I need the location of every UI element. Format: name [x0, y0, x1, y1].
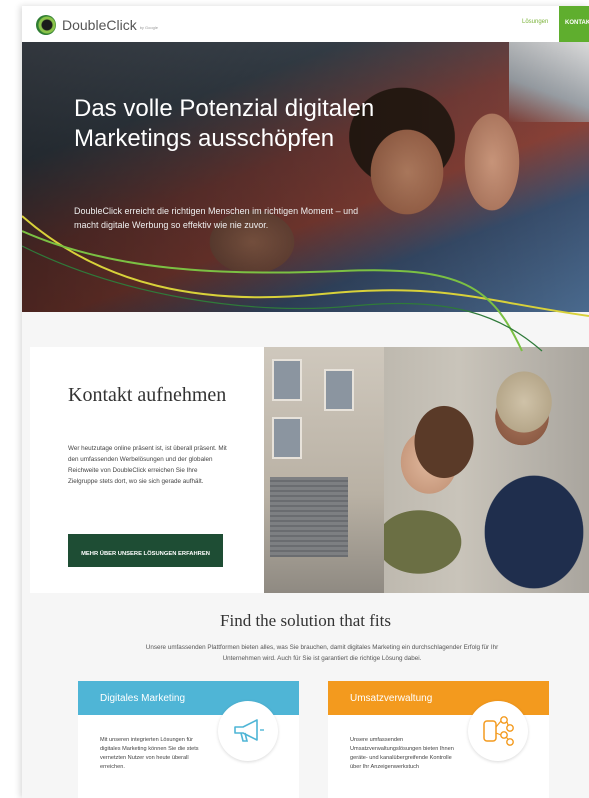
contact-text: Wer heutzutage online präsent ist, ist ü…	[68, 445, 227, 485]
network-icon	[468, 701, 528, 761]
solution-card-digital-marketing[interactable]: Digitales Marketing Mit unseren integrie…	[78, 681, 299, 798]
nav-contact-button[interactable]: KONTAKT	[559, 6, 589, 42]
logo-text: DoubleClick	[62, 17, 137, 33]
swoosh-line-yellow	[22, 215, 589, 317]
photo-building	[264, 347, 384, 593]
photo-window	[272, 359, 302, 401]
solutions-title: Find the solution that fits	[220, 611, 391, 630]
doubleclick-logo[interactable]: DoubleClick by Google	[36, 15, 158, 35]
contact-title: Kontakt aufnehmen	[68, 384, 227, 406]
browser-frame: DoubleClick by Google Lösungen KONTAKT D…	[22, 6, 589, 798]
nav-link-loesungen[interactable]: Lösungen	[522, 19, 548, 25]
solution-card-text: Unsere umfassenden Umsatzverwaltungslösu…	[350, 737, 454, 770]
contact-card: Kontakt aufnehmen Wer heutzutage online …	[30, 347, 264, 593]
megaphone-icon	[218, 701, 278, 761]
hero-title: Das volle Potenzial digitalen Marketings…	[74, 95, 375, 152]
decorative-swoosh-lines	[22, 215, 589, 352]
photo-window	[272, 417, 302, 459]
swoosh-line-green	[22, 230, 523, 352]
logo-subtext: by Google	[139, 25, 158, 30]
learn-more-solutions-button[interactable]: MEHR ÜBER UNSERE LÖSUNGEN ERFAHREN	[68, 534, 223, 567]
swoosh-line-dark-green	[22, 245, 543, 352]
solutions-intro-text: Unsere umfassenden Plattformen bieten al…	[145, 644, 499, 662]
solution-card-text: Mit unseren integrierten Lösungen für di…	[100, 737, 199, 770]
doubleclick-logo-icon	[36, 15, 56, 35]
contact-photo	[264, 347, 589, 593]
solution-card-revenue-management[interactable]: Umsatzverwaltung Unsere umfassenden Umsa…	[328, 681, 549, 798]
photo-window	[324, 369, 354, 411]
top-navigation-bar: DoubleClick by Google Lösungen KONTAKT	[22, 6, 589, 42]
photo-shutter	[270, 477, 348, 557]
